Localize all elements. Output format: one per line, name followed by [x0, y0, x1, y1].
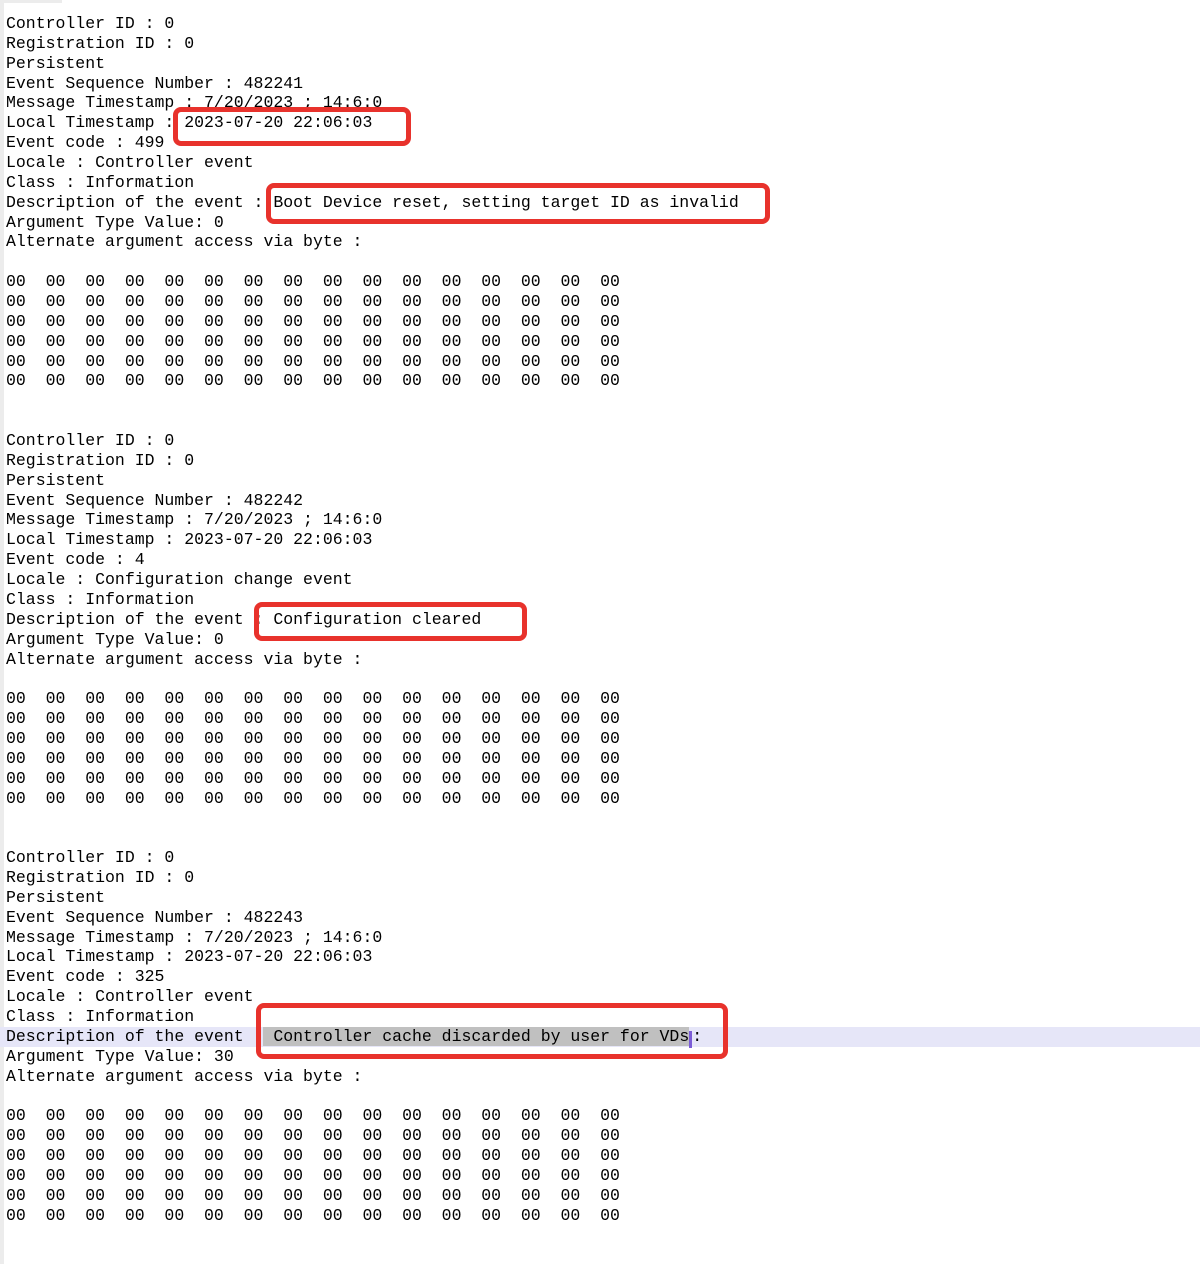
hex-row: 00 00 00 00 00 00 00 00 00 00 00 00 00 0… — [0, 332, 1200, 352]
log-line — [0, 828, 1200, 848]
log-line: Controller ID : 0 — [0, 431, 1200, 451]
log-line: Message Timestamp : 7/20/2023 ; 14:6:0 — [0, 928, 1200, 948]
log-line: Event Sequence Number : 482241 — [0, 74, 1200, 94]
hex-row: 00 00 00 00 00 00 00 00 00 00 00 00 00 0… — [0, 272, 1200, 292]
hex-row: 00 00 00 00 00 00 00 00 00 00 00 00 00 0… — [0, 312, 1200, 332]
hex-row: 00 00 00 00 00 00 00 00 00 00 00 00 00 0… — [0, 689, 1200, 709]
log-line: Description of the event : Configuration… — [0, 610, 1200, 630]
log-line — [0, 1086, 1200, 1106]
hex-row: 00 00 00 00 00 00 00 00 00 00 00 00 00 0… — [0, 769, 1200, 789]
event-log-document: Controller ID : 0Registration ID : 0Pers… — [0, 0, 1200, 1264]
log-line — [0, 808, 1200, 828]
hex-row: 00 00 00 00 00 00 00 00 00 00 00 00 00 0… — [0, 749, 1200, 769]
log-line: Persistent — [0, 471, 1200, 491]
annotation-box-local-timestamp — [173, 107, 411, 146]
hex-row: 00 00 00 00 00 00 00 00 00 00 00 00 00 0… — [0, 789, 1200, 809]
log-line — [0, 391, 1200, 411]
log-line: Locale : Configuration change event — [0, 570, 1200, 590]
log-line: Alternate argument access via byte : — [0, 650, 1200, 670]
hex-row: 00 00 00 00 00 00 00 00 00 00 00 00 00 0… — [0, 1106, 1200, 1126]
log-line: Alternate argument access via byte : — [0, 232, 1200, 252]
log-line: Persistent — [0, 888, 1200, 908]
log-line: Event Sequence Number : 482242 — [0, 491, 1200, 511]
log-line: Persistent — [0, 54, 1200, 74]
hex-row: 00 00 00 00 00 00 00 00 00 00 00 00 00 0… — [0, 371, 1200, 391]
log-line: Class : Information — [0, 590, 1200, 610]
log-line — [0, 252, 1200, 272]
hex-row: 00 00 00 00 00 00 00 00 00 00 00 00 00 0… — [0, 1146, 1200, 1166]
log-line: Event code : 325 — [0, 967, 1200, 987]
hex-row: 00 00 00 00 00 00 00 00 00 00 00 00 00 0… — [0, 1186, 1200, 1206]
annotation-box-cache-discarded — [256, 1003, 728, 1059]
log-line: Controller ID : 0 — [0, 848, 1200, 868]
log-line: Locale : Controller event — [0, 153, 1200, 173]
log-line: Event Sequence Number : 482243 — [0, 908, 1200, 928]
log-line: Registration ID : 0 — [0, 451, 1200, 471]
log-line: Local Timestamp : 2023-07-20 22:06:03 — [0, 947, 1200, 967]
log-line: Registration ID : 0 — [0, 34, 1200, 54]
hex-row: 00 00 00 00 00 00 00 00 00 00 00 00 00 0… — [0, 729, 1200, 749]
hex-row: 00 00 00 00 00 00 00 00 00 00 00 00 00 0… — [0, 1206, 1200, 1226]
log-line: Local Timestamp : 2023-07-20 22:06:03 — [0, 530, 1200, 550]
log-line: Event code : 4 — [0, 550, 1200, 570]
hex-row: 00 00 00 00 00 00 00 00 00 00 00 00 00 0… — [0, 292, 1200, 312]
log-line: Message Timestamp : 7/20/2023 ; 14:6:0 — [0, 510, 1200, 530]
log-line — [0, 669, 1200, 689]
log-line: Controller ID : 0 — [0, 14, 1200, 34]
log-line: Argument Type Value: 0 — [0, 630, 1200, 650]
hex-row: 00 00 00 00 00 00 00 00 00 00 00 00 00 0… — [0, 709, 1200, 729]
annotation-box-configuration-cleared — [254, 602, 527, 641]
annotation-box-boot-device-reset — [266, 183, 770, 224]
hex-row: 00 00 00 00 00 00 00 00 00 00 00 00 00 0… — [0, 1166, 1200, 1186]
log-line: Registration ID : 0 — [0, 868, 1200, 888]
description-label: Description of the event : — [6, 1027, 263, 1046]
hex-row: 00 00 00 00 00 00 00 00 00 00 00 00 00 0… — [0, 1126, 1200, 1146]
log-line: Alternate argument access via byte : — [0, 1067, 1200, 1087]
hex-row: 00 00 00 00 00 00 00 00 00 00 00 00 00 0… — [0, 352, 1200, 372]
log-line — [0, 411, 1200, 431]
